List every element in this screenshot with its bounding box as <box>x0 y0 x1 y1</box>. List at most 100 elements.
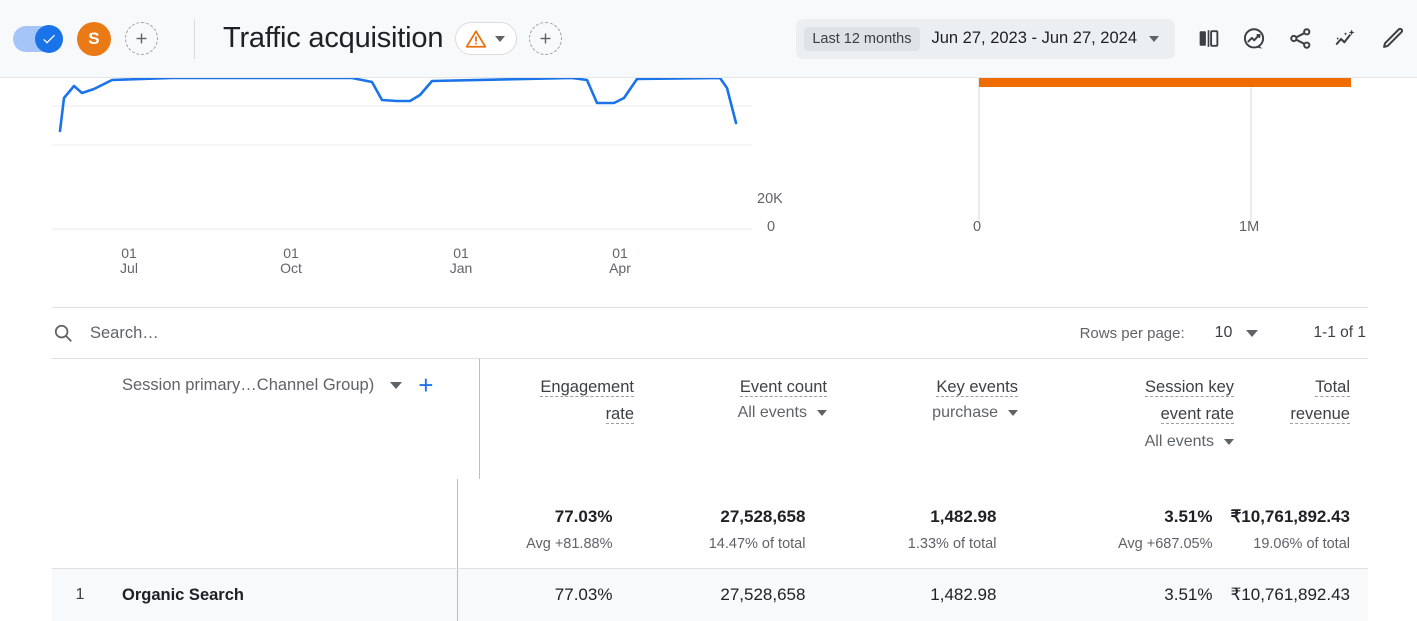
metric-column-headers: Engagement rate Event count All events K… <box>479 359 1368 479</box>
chevron-down-icon <box>1149 35 1159 42</box>
summary-subtext: Avg +81.88% <box>526 536 613 552</box>
metric-header-key-events[interactable]: Key events purchase <box>845 359 1036 479</box>
table-header-row: Session primary…Channel Group) + Engagem… <box>52 359 1368 479</box>
dimension-selector-label[interactable]: Session primary…Channel Group) <box>122 376 374 395</box>
x-axis-tick-oct: 01 Oct <box>280 245 302 276</box>
y-axis-tick-0: 0 <box>767 219 776 235</box>
date-preset-chip: Last 12 months <box>804 26 920 51</box>
x-axis-tick-0: 0 <box>973 219 982 235</box>
metric-header-total-revenue[interactable]: Total revenue <box>1252 359 1368 479</box>
summary-value: 3.51% <box>1164 507 1213 526</box>
avatar[interactable]: S <box>77 21 111 56</box>
chevron-down-icon[interactable] <box>390 381 403 389</box>
compare-icon[interactable] <box>1185 16 1231 62</box>
data-table-region: Search… Rows per page: 10 1-1 of 1 Sessi… <box>0 285 1417 621</box>
bar-chart-svg <box>978 78 1351 223</box>
metric-title-line2: revenue <box>1290 405 1350 424</box>
summary-value: 77.03% <box>554 507 613 526</box>
row-cell-session-key-event-rate: 3.51% <box>1164 585 1213 604</box>
row-index: 1 <box>75 586 85 603</box>
summary-subtext: 19.06% of total <box>1253 536 1350 552</box>
metric-subselect-label[interactable]: purchase <box>932 404 998 422</box>
trend-sparkle-icon[interactable] <box>1323 16 1369 62</box>
plus-icon <box>540 33 551 44</box>
property-toggle[interactable] <box>13 24 63 53</box>
pagination-range: 1-1 of 1 <box>1313 324 1366 341</box>
chevron-down-icon[interactable] <box>1008 410 1018 416</box>
row-cell-key-events: 1,482.98 <box>930 585 997 604</box>
data-warning-button[interactable] <box>455 22 518 55</box>
metric-title-line1: Engagement <box>540 378 634 397</box>
metric-subselect-label[interactable]: All events <box>1145 433 1214 451</box>
rows-per-page-value[interactable]: 10 <box>1215 324 1233 342</box>
add-property-button[interactable] <box>125 22 158 55</box>
summary-subtext: 1.33% of total <box>907 536 997 552</box>
x-axis-tick-jul: 01 Jul <box>120 245 138 276</box>
summary-value: 1,482.98 <box>930 507 997 526</box>
ga4-traffic-acquisition-page: S Traffic acquisition Last 12 months Jun… <box>0 0 1417 621</box>
insights-icon[interactable] <box>1231 16 1277 62</box>
add-dimension-button[interactable]: + <box>418 372 433 398</box>
metric-title-line2: event rate <box>1160 405 1234 424</box>
summary-cell-key-events: 1,482.98 1.33% of total <box>823 479 1014 553</box>
summary-cell-engagement-rate: 77.03% Avg +81.88% <box>458 479 630 553</box>
header-toolbar <box>1185 16 1417 62</box>
metric-subselect-label[interactable]: All events <box>738 404 807 422</box>
metric-title-line1: Event count <box>739 378 827 397</box>
charts-region: 20K 0 01 Jul 01 Oct 01 Jan 01 Apr 0 1M <box>0 78 1417 285</box>
warning-triangle-icon <box>466 29 487 48</box>
chevron-down-icon[interactable] <box>817 410 827 416</box>
y-axis-tick-20k: 20K <box>757 191 783 207</box>
plus-icon <box>136 33 147 44</box>
metric-header-event-count[interactable]: Event count All events <box>652 359 845 479</box>
metric-title-line1: Total <box>1315 378 1350 397</box>
chevron-down-icon[interactable] <box>1246 329 1259 337</box>
chevron-down-icon[interactable] <box>1224 439 1234 445</box>
summary-subtext: Avg +687.05% <box>1118 536 1213 552</box>
share-icon[interactable] <box>1277 16 1323 62</box>
x-axis-tick-jan: 01 Jan <box>449 245 473 276</box>
table-row[interactable]: 1 Organic Search 77.03% 27,528,658 1,482… <box>52 569 1368 621</box>
row-cell-total-revenue: ₹10,761,892.43 <box>1230 585 1350 604</box>
toggle-knob <box>35 24 63 53</box>
x-axis-tick-apr: 01 Apr <box>609 245 631 276</box>
header-left-group: S <box>0 18 195 59</box>
title-group: Traffic acquisition <box>195 22 563 55</box>
x-axis-tick-1m: 1M <box>1239 219 1260 235</box>
dimension-column-header: Session primary…Channel Group) + <box>52 359 479 398</box>
date-range-text: Jun 27, 2023 - Jun 27, 2024 <box>931 29 1138 47</box>
summary-cell-event-count: 27,528,658 14.47% of total <box>630 479 823 553</box>
check-icon <box>43 34 55 44</box>
rows-per-page-label: Rows per page: <box>1079 324 1185 342</box>
channel-bar-chart[interactable]: 0 1M <box>900 78 1400 285</box>
summary-subtext: 14.47% of total <box>708 536 806 552</box>
metrics-table: Session primary…Channel Group) + Engagem… <box>52 359 1368 621</box>
search-placeholder: Search… <box>90 323 159 342</box>
summary-value: 27,528,658 <box>720 507 806 526</box>
summary-cell-total-revenue: ₹10,761,892.43 19.06% of total <box>1230 479 1368 553</box>
avatar-initial: S <box>88 28 100 48</box>
users-over-time-line-chart[interactable]: 20K 0 01 Jul 01 Oct 01 Jan 01 Apr <box>52 78 783 285</box>
page-header: S Traffic acquisition Last 12 months Jun… <box>0 0 1417 78</box>
search-input[interactable]: Search… <box>52 308 1080 358</box>
summary-cell-session-key-event-rate: 3.51% Avg +687.05% <box>1014 479 1230 553</box>
row-label[interactable]: Organic Search <box>122 586 244 605</box>
summary-metric-cells: 77.03% Avg +81.88% 27,528,658 14.47% of … <box>457 479 1368 568</box>
row-metric-cells: 77.03% 27,528,658 1,482.98 3.51% ₹10,761… <box>457 569 1368 621</box>
row-cell-engagement-rate: 77.03% <box>554 585 613 604</box>
metric-header-session-key-event-rate[interactable]: Session key event rate All events <box>1036 359 1252 479</box>
edit-pencil-icon[interactable] <box>1369 16 1415 62</box>
table-search-row: Search… Rows per page: 10 1-1 of 1 <box>52 307 1368 359</box>
add-comparison-button[interactable] <box>529 22 563 55</box>
line-chart-svg <box>52 78 752 230</box>
row-dimension-cell: 1 Organic Search <box>52 569 457 621</box>
metric-header-engagement-rate[interactable]: Engagement rate <box>480 359 652 479</box>
chevron-down-icon <box>495 35 506 42</box>
header-right-group: Last 12 months Jun 27, 2023 - Jun 27, 20… <box>796 16 1417 62</box>
metric-title-line1: Session key <box>1145 378 1234 397</box>
metric-title-line1: Key events <box>936 378 1018 397</box>
date-range-selector[interactable]: Last 12 months Jun 27, 2023 - Jun 27, 20… <box>796 18 1175 59</box>
table-summary-row: 77.03% Avg +81.88% 27,528,658 14.47% of … <box>52 479 1368 569</box>
pagination-controls: Rows per page: 10 1-1 of 1 <box>1080 324 1368 342</box>
row-cell-event-count: 27,528,658 <box>720 585 806 604</box>
